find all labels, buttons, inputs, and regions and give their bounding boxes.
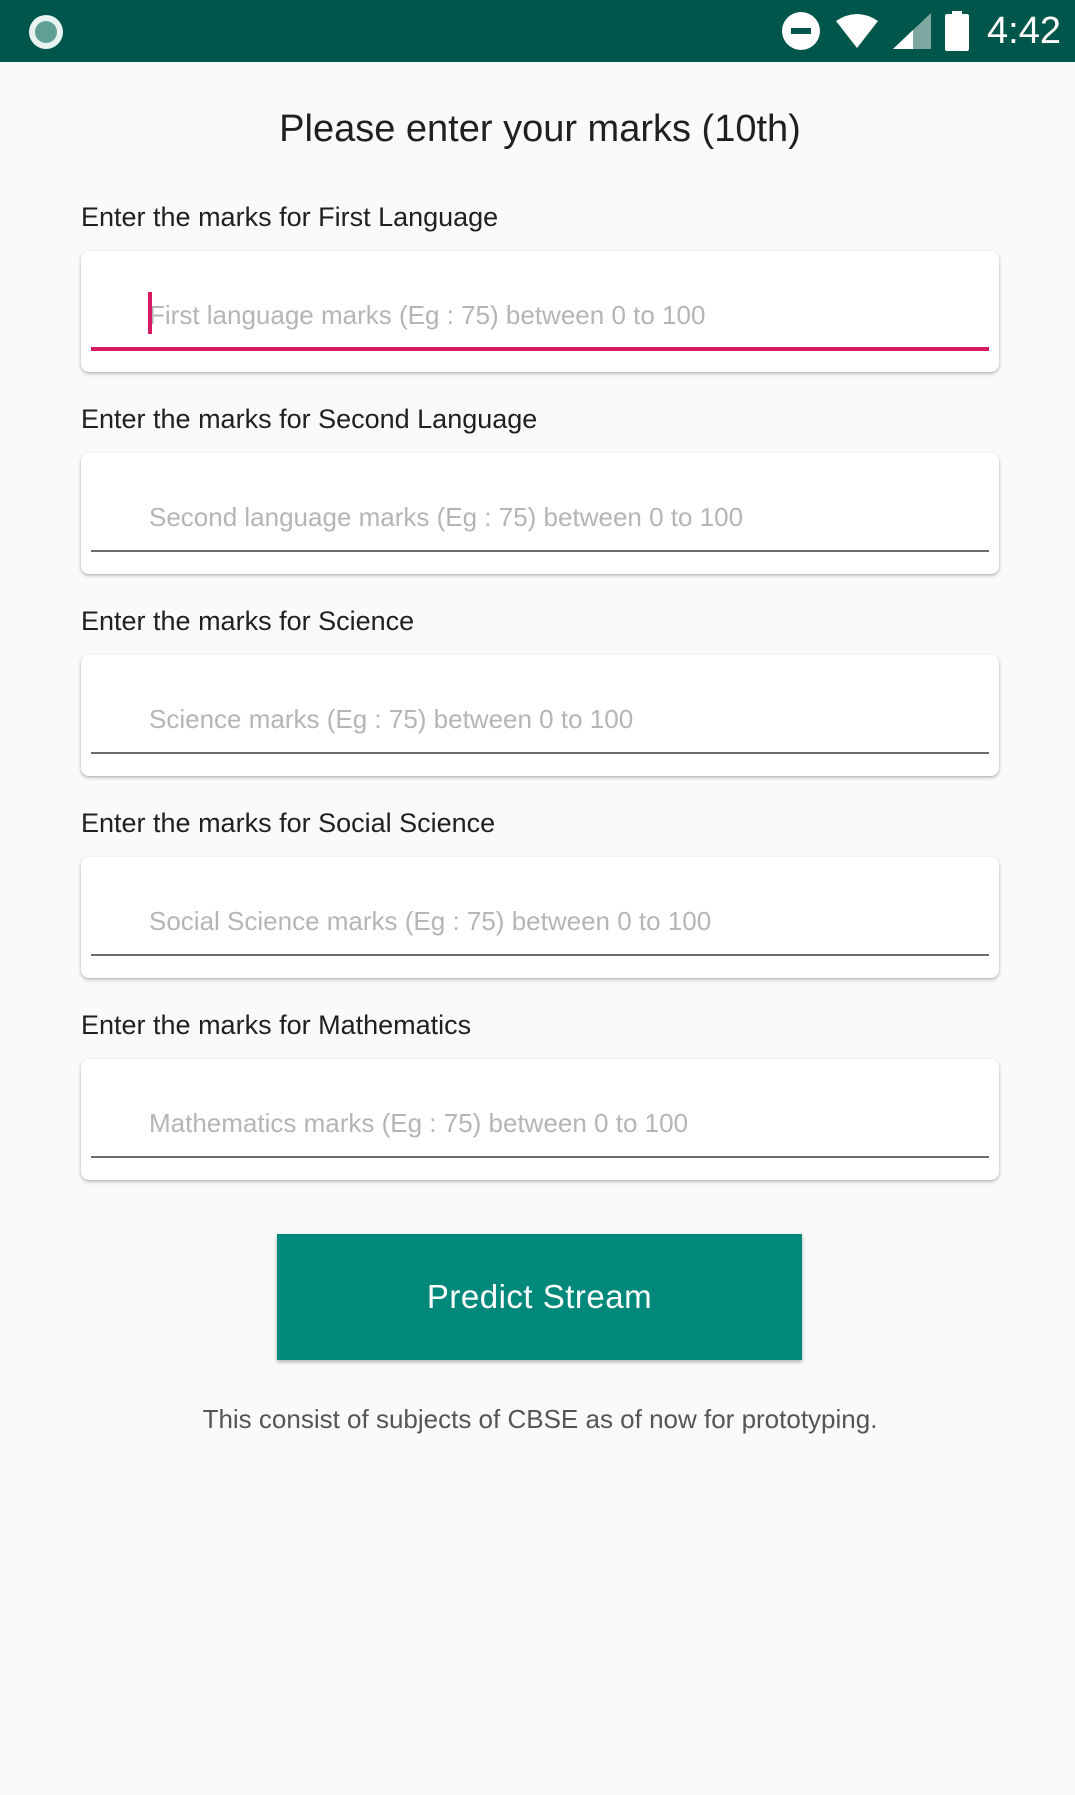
second-language-card — [81, 453, 999, 574]
input-underline — [91, 1156, 989, 1158]
page-title: Please enter your marks (10th) — [279, 108, 801, 150]
second-language-input[interactable] — [149, 497, 979, 537]
cellular-signal-icon — [893, 13, 932, 49]
mathematics-input[interactable] — [149, 1103, 979, 1143]
text-cursor — [148, 292, 152, 334]
predict-stream-button[interactable]: Predict Stream — [277, 1234, 802, 1360]
status-icons: 4:42 — [767, 8, 1061, 54]
science-label: Enter the marks for Science — [81, 606, 415, 636]
input-underline — [91, 752, 989, 754]
second-language-label: Enter the marks for Second Language — [81, 404, 538, 434]
input-underline — [91, 954, 989, 956]
input-underline-focused — [91, 347, 989, 351]
do-not-disturb-icon — [782, 12, 821, 50]
mathematics-card — [81, 1059, 999, 1180]
first-language-input[interactable] — [149, 295, 979, 335]
science-input[interactable] — [149, 699, 979, 739]
social-science-label: Enter the marks for Social Science — [81, 808, 496, 838]
footnote: This consist of subjects of CBSE as of n… — [202, 1404, 878, 1434]
clock: 4:42 — [987, 9, 1061, 52]
status-bar: 4:42 — [0, 0, 1075, 62]
social-science-card — [81, 857, 999, 978]
wifi-icon — [836, 14, 879, 48]
social-science-input[interactable] — [149, 901, 979, 941]
input-underline — [91, 550, 989, 552]
mathematics-label: Enter the marks for Mathematics — [81, 1010, 472, 1040]
battery-icon — [945, 11, 970, 51]
app-notification-icon — [29, 15, 63, 49]
first-language-label: Enter the marks for First Language — [81, 202, 499, 232]
science-card — [81, 655, 999, 776]
first-language-card — [81, 251, 999, 372]
